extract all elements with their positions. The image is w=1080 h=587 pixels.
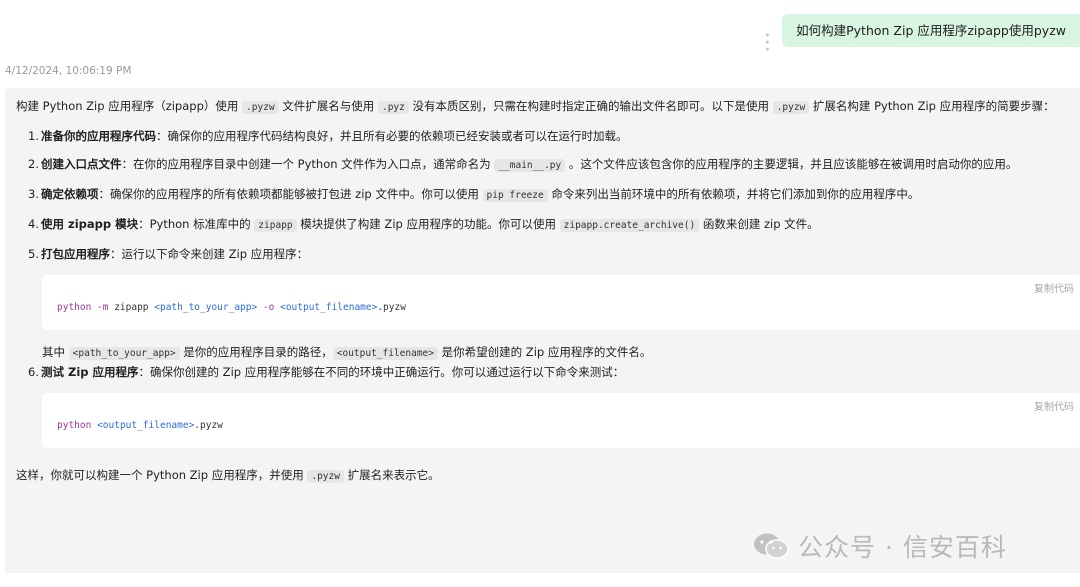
list-item: 1. 准备你的应用程序代码：确保你的应用程序代码结构良好，并且所有必要的依赖项已… (28, 129, 628, 143)
inline-code: .pyz (377, 101, 409, 114)
code-block: 复制代码 python -m zipapp <path_to_your_app>… (42, 275, 1080, 330)
answer-outro: 这样，你就可以构建一个 Python Zip 应用程序，并使用 .pyzw 扩展… (16, 468, 440, 483)
copy-code-button[interactable]: 复制代码 (1034, 399, 1074, 417)
inline-code: zipapp (254, 219, 297, 232)
code-block: 复制代码 python <output_filename>.pyzw (42, 393, 1080, 448)
list-item: 2. 创建入口点文件：在你的应用程序目录中创建一个 Python 文件作为入口点… (28, 157, 1018, 172)
steps-list-continued: 6. 测试 Zip 应用程序：确保你创建的 Zip 应用程序能够在不同的环境中正… (16, 363, 1080, 381)
code-line: python <output_filename>.pyzw (57, 420, 223, 431)
message-timestamp: 4/12/2024, 10:06:19 PM (5, 65, 132, 77)
inline-code: pip freeze (482, 189, 548, 202)
user-message-bubble: 如何构建Python Zip 应用程序zipapp使用pyzw (782, 14, 1080, 48)
inline-code: __main__.py (494, 159, 566, 172)
inline-code: .pyzw (242, 101, 279, 114)
inline-code: .pyzw (307, 470, 344, 483)
inline-code: .pyzw (772, 101, 810, 114)
watermark-text: 公众号 · 信安百科 (798, 533, 1007, 562)
code-note: 其中 <path_to_your_app> 是你的应用程序目录的路径， <outp… (42, 345, 652, 360)
inline-code: zipapp.create_archive() (559, 219, 700, 232)
answer-intro: 构建 Python Zip 应用程序（zipapp）使用 .pyzw 文件扩展名… (16, 99, 1055, 114)
list-item: 5. 打包应用程序：运行以下命令来创建 Zip 应用程序： (28, 247, 309, 261)
list-item: 4. 使用 zipapp 模块：Python 标准库中的 zipapp 模块提供… (28, 217, 819, 232)
list-item: 3. 确定依赖项：确保你的应用程序的所有依赖项都能够被打包进 zip 文件中。你… (28, 187, 920, 202)
copy-code-button[interactable]: 复制代码 (1034, 281, 1074, 299)
user-message-row: • • • 如何构建Python Zip 应用程序zipapp使用pyzw (761, 10, 1080, 51)
assistant-answer: 构建 Python Zip 应用程序（zipapp）使用 .pyzw 文件扩展名… (5, 88, 1080, 573)
inline-code: <path_to_your_app> (68, 347, 180, 360)
steps-list: 1. 准备你的应用程序代码：确保你的应用程序代码结构良好，并且所有必要的依赖项已… (16, 127, 1080, 263)
code-line: python -m zipapp <path_to_your_app> -o <… (57, 302, 406, 313)
list-item: 6. 测试 Zip 应用程序：确保你创建的 Zip 应用程序能够在不同的环境中正… (28, 365, 625, 379)
inline-code: <output_filename> (332, 347, 438, 360)
more-options-icon[interactable]: • • • (761, 32, 772, 51)
wechat-icon (754, 533, 789, 559)
watermark: 公众号 · 信安百科 (752, 528, 1007, 564)
